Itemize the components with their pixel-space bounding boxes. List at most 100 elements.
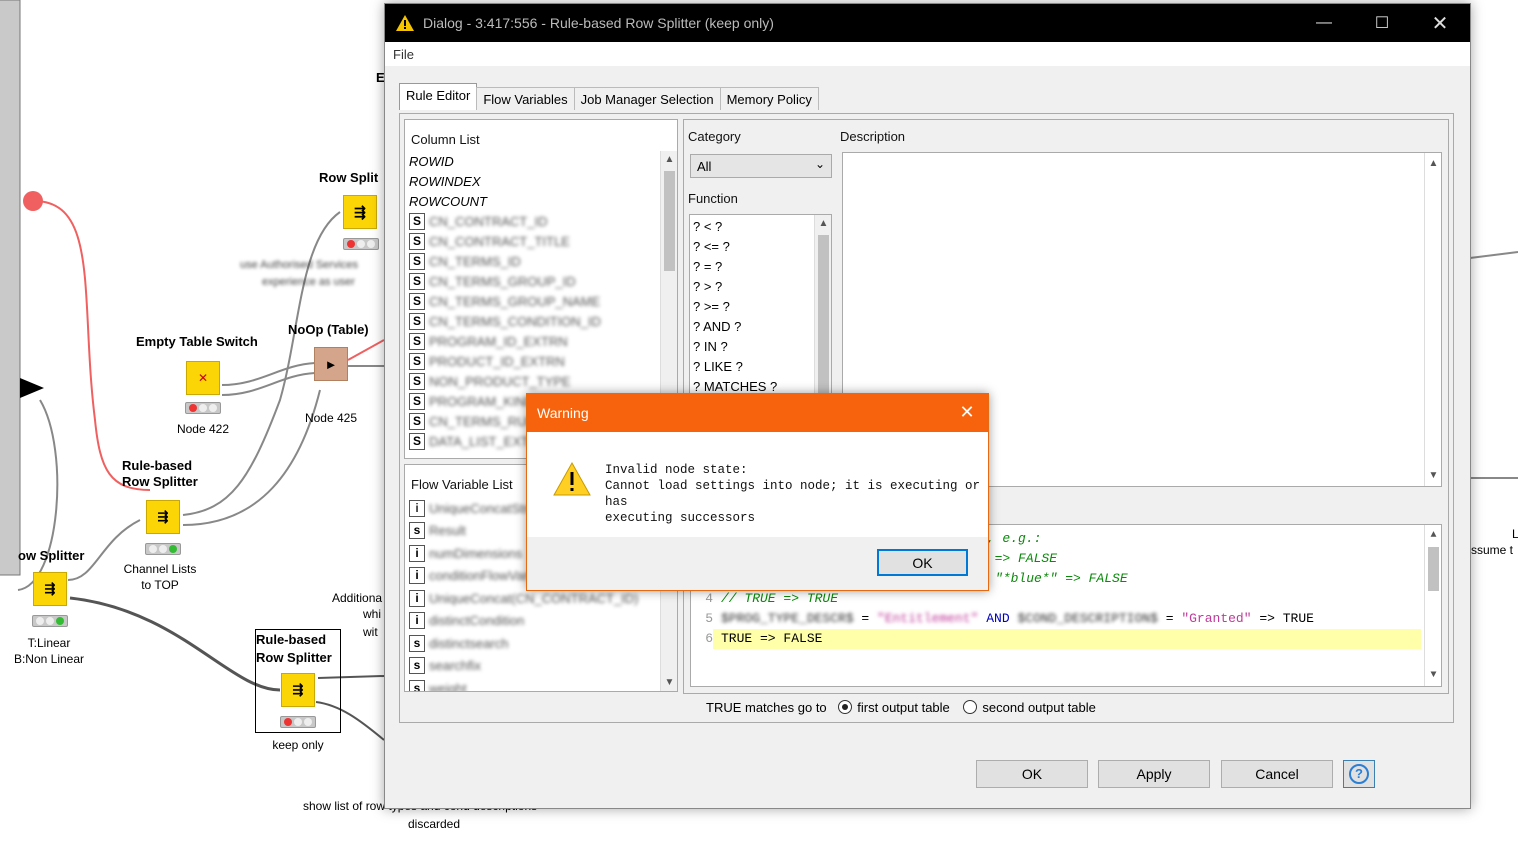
- string-type-icon: S: [409, 392, 425, 410]
- scroll-down-icon[interactable]: ▼: [661, 674, 677, 691]
- integer-type-icon: i: [409, 567, 425, 585]
- scroll-up-icon[interactable]: ▲: [815, 215, 831, 232]
- apply-button[interactable]: Apply: [1098, 760, 1210, 788]
- node-caption: Channel Lists to TOP: [123, 562, 197, 592]
- close-icon[interactable]: ✕: [956, 400, 978, 424]
- string-type-icon: s: [409, 679, 425, 691]
- help-button[interactable]: ?: [1343, 760, 1375, 788]
- node-label-noop-table: NoOp (Table): [288, 322, 369, 337]
- code-editor-scrollbar[interactable]: ▲ ▼: [1424, 525, 1441, 686]
- function-item[interactable]: ? AND ?: [690, 316, 814, 336]
- flow-variable-item[interactable]: s searchfix: [405, 655, 661, 678]
- node-caption: Node 425: [304, 411, 358, 425]
- node-annotation-blurred: use Authorised Services: [240, 259, 359, 271]
- column-item-rowcount[interactable]: ROWCOUNT: [405, 191, 661, 211]
- minimize-icon[interactable]: —: [1295, 4, 1353, 42]
- status-traffic-light: [32, 615, 68, 627]
- row-splitter-node-top[interactable]: ⇶: [343, 195, 377, 229]
- true-matches-row: TRUE matches go to first output table se…: [706, 700, 1096, 715]
- knime-warning-icon: [396, 15, 414, 31]
- tab-flow-variables[interactable]: Flow Variables: [476, 87, 575, 110]
- category-selected-value: All: [697, 158, 712, 174]
- column-item[interactable]: S PROGRAM_ID_EXTRN: [405, 331, 661, 351]
- column-item-rowid[interactable]: ROWID: [405, 151, 661, 171]
- string-type-icon: S: [409, 432, 425, 450]
- node-label-row-splitter-top: Row Split: [319, 170, 379, 185]
- scroll-down-icon[interactable]: ▼: [1425, 667, 1441, 684]
- splitter-icon: ⇶: [354, 203, 366, 220]
- description-scrollbar[interactable]: ▲ ▼: [1424, 153, 1441, 486]
- status-traffic-light: [343, 238, 379, 250]
- node-caption: keep only: [272, 738, 324, 752]
- column-item[interactable]: S CN_TERMS_ID: [405, 251, 661, 271]
- tab-memory-policy[interactable]: Memory Policy: [719, 87, 819, 110]
- integer-type-icon: i: [409, 612, 425, 630]
- dialog-title: Dialog - 3:417:556 - Rule-based Row Spli…: [423, 15, 774, 31]
- node-caption: T:Linear B:Non Linear: [13, 636, 85, 666]
- flow-variable-item[interactable]: s weight: [405, 677, 661, 691]
- string-type-icon: S: [409, 272, 425, 290]
- status-traffic-light: [280, 716, 316, 728]
- tab-bar: Rule Editor Flow Variables Job Manager S…: [399, 83, 819, 110]
- radio-first-output[interactable]: first output table: [838, 700, 950, 715]
- warning-message: Invalid node state: Cannot load settings…: [605, 463, 981, 525]
- scroll-up-icon[interactable]: ▲: [1425, 527, 1441, 544]
- annotation-text: L: [1512, 527, 1518, 541]
- column-item[interactable]: S CN_CONTRACT_TITLE: [405, 231, 661, 251]
- string-type-icon: S: [409, 252, 425, 270]
- function-item[interactable]: ? = ?: [690, 256, 814, 276]
- function-item[interactable]: ? < ?: [690, 216, 814, 236]
- function-item[interactable]: ? IN ?: [690, 336, 814, 356]
- node-caption: Node 422: [176, 422, 230, 436]
- radio-unselected-icon: [963, 700, 978, 714]
- string-type-icon: s: [409, 522, 425, 540]
- menu-file[interactable]: File: [393, 47, 414, 62]
- status-traffic-light: [185, 402, 221, 414]
- column-item[interactable]: S CN_TERMS_CONDITION_ID: [405, 311, 661, 331]
- tab-rule-editor[interactable]: Rule Editor: [399, 83, 478, 110]
- function-item[interactable]: ? > ?: [690, 276, 814, 296]
- noop-table-node[interactable]: ►: [314, 347, 348, 381]
- column-item[interactable]: S CN_TERMS_GROUP_NAME: [405, 291, 661, 311]
- column-item[interactable]: S NON_PRODUCT_TYPE: [405, 371, 661, 391]
- warning-ok-button[interactable]: OK: [877, 549, 968, 576]
- column-item-rowindex[interactable]: ROWINDEX: [405, 171, 661, 191]
- string-type-icon: S: [409, 212, 425, 230]
- close-icon[interactable]: ✕: [1411, 4, 1469, 42]
- annotation-text: whi: [363, 607, 382, 621]
- maximize-icon[interactable]: ☐: [1353, 4, 1411, 42]
- warning-titlebar[interactable]: Warning ✕: [527, 394, 988, 432]
- scroll-down-icon[interactable]: ▼: [1425, 467, 1441, 484]
- chevron-down-icon: ⌄: [814, 157, 825, 171]
- function-item[interactable]: ? >= ?: [690, 296, 814, 316]
- rule-based-row-splitter-keep-node[interactable]: ⇶: [281, 673, 315, 707]
- category-select[interactable]: All ⌄: [690, 154, 832, 178]
- column-list-label: Column List: [411, 132, 480, 147]
- flow-variable-scrollbar[interactable]: ▼: [660, 575, 677, 691]
- row-splitter-node[interactable]: ⇶: [33, 572, 67, 606]
- radio-second-output[interactable]: second output table: [963, 700, 1096, 715]
- function-item[interactable]: ? <= ?: [690, 236, 814, 256]
- column-item[interactable]: S PRODUCT_ID_EXTRN: [405, 351, 661, 371]
- scrollbar-thumb[interactable]: [1428, 547, 1439, 591]
- flow-variable-item[interactable]: s distinctsearch: [405, 632, 661, 655]
- true-matches-label: TRUE matches go to: [706, 700, 827, 715]
- annotation-text: discarded: [408, 817, 461, 831]
- function-item[interactable]: ? LIKE ?: [690, 356, 814, 376]
- cancel-button[interactable]: Cancel: [1221, 760, 1333, 788]
- tab-job-manager-selection[interactable]: Job Manager Selection: [573, 87, 721, 110]
- scroll-up-icon[interactable]: ▲: [1425, 155, 1441, 172]
- column-item[interactable]: S CN_TERMS_GROUP_ID: [405, 271, 661, 291]
- port-arrow: [20, 378, 44, 398]
- column-item[interactable]: S CN_CONTRACT_ID: [405, 211, 661, 231]
- rule-based-row-splitter-node[interactable]: ⇶: [146, 500, 180, 534]
- scroll-up-icon[interactable]: ▲: [661, 151, 677, 168]
- empty-table-switch-node[interactable]: ✕: [186, 361, 220, 395]
- flow-variable-item[interactable]: i distinctCondition: [405, 610, 661, 633]
- warning-dialog: Warning ✕ Invalid node state: Cannot loa…: [526, 393, 989, 591]
- ok-button[interactable]: OK: [976, 760, 1088, 788]
- scrollbar-thumb[interactable]: [664, 171, 675, 271]
- radio-selected-icon: [838, 700, 853, 714]
- integer-type-icon: i: [409, 544, 425, 562]
- annotation-text: wit: [363, 625, 378, 639]
